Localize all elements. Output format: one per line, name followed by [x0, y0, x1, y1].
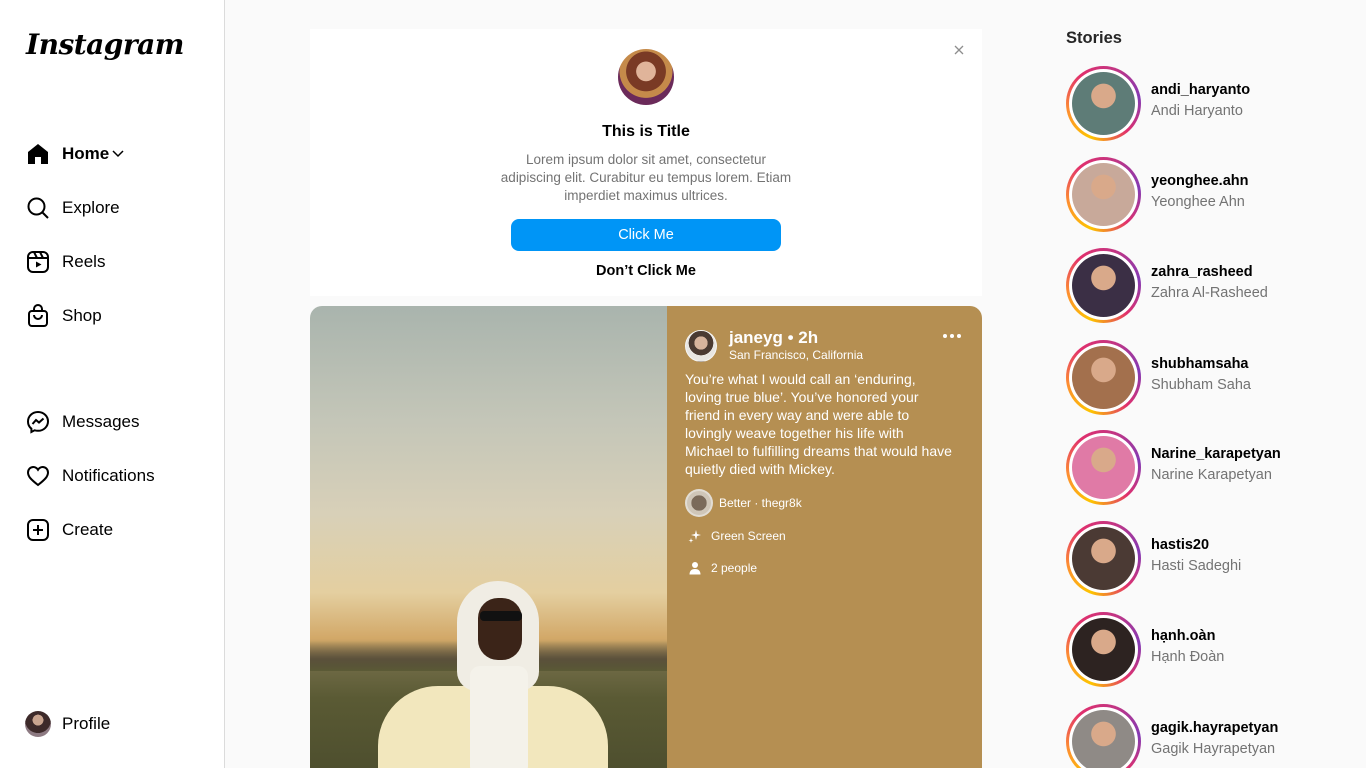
story-item[interactable]: yeonghee.ahn Yeonghee Ahn — [1066, 157, 1356, 233]
card-title: This is Title — [602, 123, 690, 140]
avatar — [25, 711, 51, 737]
nav-shop-label: Shop — [62, 306, 102, 325]
story-avatar — [1072, 72, 1135, 135]
nav-create-label: Create — [62, 520, 114, 539]
nav-messages[interactable]: Messages — [25, 407, 139, 437]
nav-reels[interactable]: Reels — [25, 247, 105, 277]
nav-home-label: Home — [62, 144, 110, 163]
story-ring — [1066, 704, 1141, 768]
search-icon — [25, 195, 51, 221]
story-avatar — [1072, 163, 1135, 226]
story-item[interactable]: zahra_rasheed Zahra Al-Rasheed — [1066, 248, 1356, 324]
post-tagged-label: 2 people — [711, 561, 758, 575]
story-fullname: Yeonghee Ahn — [1151, 194, 1245, 210]
more-options-icon[interactable] — [943, 330, 961, 342]
sidebar: Instagram Home Explore Reels Shop Messag… — [0, 0, 225, 768]
story-fullname: Zahra Al-Rasheed — [1151, 285, 1268, 301]
post-info-panel: janeyg • 2h San Francisco, California Yo… — [667, 306, 982, 768]
story-ring — [1066, 248, 1141, 323]
post-audio[interactable]: Better · thegr8k — [685, 489, 802, 517]
story-avatar — [1072, 346, 1135, 409]
post-photo[interactable] — [310, 306, 667, 768]
story-username[interactable]: Narine_karapetyan — [1151, 446, 1281, 462]
post: janeyg • 2h San Francisco, California Yo… — [310, 306, 982, 768]
close-icon[interactable] — [952, 43, 966, 57]
audio-avatar — [685, 489, 713, 517]
nav-explore-label: Explore — [62, 198, 120, 217]
story-fullname: Andi Haryanto — [1151, 103, 1243, 119]
story-fullname: Hạnh Đoàn — [1151, 649, 1225, 665]
story-item[interactable]: hạnh.oàn Hạnh Đoàn — [1066, 612, 1356, 688]
person-icon — [685, 558, 705, 578]
story-username[interactable]: zahra_rasheed — [1151, 264, 1253, 280]
heart-icon — [25, 463, 51, 489]
story-ring — [1066, 612, 1141, 687]
chevron-down-icon[interactable] — [112, 148, 124, 160]
story-fullname: Shubham Saha — [1151, 377, 1251, 393]
post-author: janeyg • 2h — [729, 328, 818, 348]
story-avatar — [1072, 527, 1135, 590]
story-avatar — [1072, 254, 1135, 317]
nav-profile-label: Profile — [62, 714, 111, 733]
post-effect-label: Green Screen — [711, 529, 786, 543]
nav-reels-label: Reels — [62, 252, 106, 271]
story-item[interactable]: Narine_karapetyan Narine Karapetyan — [1066, 430, 1356, 506]
nav-home[interactable]: Home — [25, 139, 124, 169]
instagram-logo[interactable]: Instagram — [26, 28, 184, 61]
messenger-icon — [25, 409, 51, 435]
story-fullname: Narine Karapetyan — [1151, 467, 1272, 483]
click-me-button[interactable]: Click Me — [511, 219, 781, 251]
story-ring — [1066, 157, 1141, 232]
story-fullname: Gagik Hayrapetyan — [1151, 741, 1276, 757]
card-description: Lorem ipsum dolor sit amet, consectetur … — [500, 152, 792, 203]
story-ring — [1066, 521, 1141, 596]
card-avatar — [618, 49, 674, 105]
nav-profile[interactable]: Profile — [25, 709, 110, 739]
story-ring — [1066, 430, 1141, 505]
story-avatar — [1072, 436, 1135, 499]
post-tagged[interactable]: 2 people — [685, 558, 757, 578]
story-item[interactable]: andi_haryanto Andi Haryanto — [1066, 66, 1356, 142]
story-avatar — [1072, 618, 1135, 681]
post-username[interactable]: janeyg — [729, 328, 783, 347]
story-username[interactable]: yeonghee.ahn — [1151, 173, 1249, 189]
story-item[interactable]: shubhamsaha Shubham Saha — [1066, 340, 1356, 416]
story-ring — [1066, 340, 1141, 415]
story-ring — [1066, 66, 1141, 141]
story-username[interactable]: hastis20 — [1151, 537, 1209, 553]
sparkle-icon — [685, 526, 705, 546]
story-username[interactable]: gagik.hayrapetyan — [1151, 720, 1278, 736]
dont-click-me-button[interactable]: Don’t Click Me — [310, 263, 982, 279]
nav-create[interactable]: Create — [25, 515, 113, 545]
story-username[interactable]: shubhamsaha — [1151, 356, 1249, 372]
post-author-avatar[interactable] — [685, 330, 717, 362]
post-time: • 2h — [787, 328, 819, 347]
nav-messages-label: Messages — [62, 412, 140, 431]
suggestion-card: This is Title Lorem ipsum dolor sit amet… — [310, 29, 982, 296]
post-audio-label: Better · thegr8k — [719, 496, 802, 510]
story-username[interactable]: hạnh.oàn — [1151, 628, 1215, 644]
story-username[interactable]: andi_haryanto — [1151, 82, 1250, 98]
nav-shop[interactable]: Shop — [25, 301, 102, 331]
story-item[interactable]: gagik.hayrapetyan Gagik Hayrapetyan — [1066, 704, 1356, 768]
story-item[interactable]: hastis20 Hasti Sadeghi — [1066, 521, 1356, 597]
home-icon — [25, 141, 51, 167]
nav-explore[interactable]: Explore — [25, 193, 120, 223]
nav-notifications-label: Notifications — [62, 466, 155, 485]
stories-title: Stories — [1066, 29, 1122, 47]
nav-notifications[interactable]: Notifications — [25, 461, 155, 491]
post-effect[interactable]: Green Screen — [685, 526, 786, 546]
create-plus-icon — [25, 517, 51, 543]
story-avatar — [1072, 710, 1135, 768]
reels-icon — [25, 249, 51, 275]
post-caption: You’re what I would call an ‘enduring, l… — [685, 371, 952, 477]
post-location[interactable]: San Francisco, California — [729, 348, 863, 362]
shopping-bag-icon — [25, 303, 51, 329]
story-fullname: Hasti Sadeghi — [1151, 558, 1242, 574]
